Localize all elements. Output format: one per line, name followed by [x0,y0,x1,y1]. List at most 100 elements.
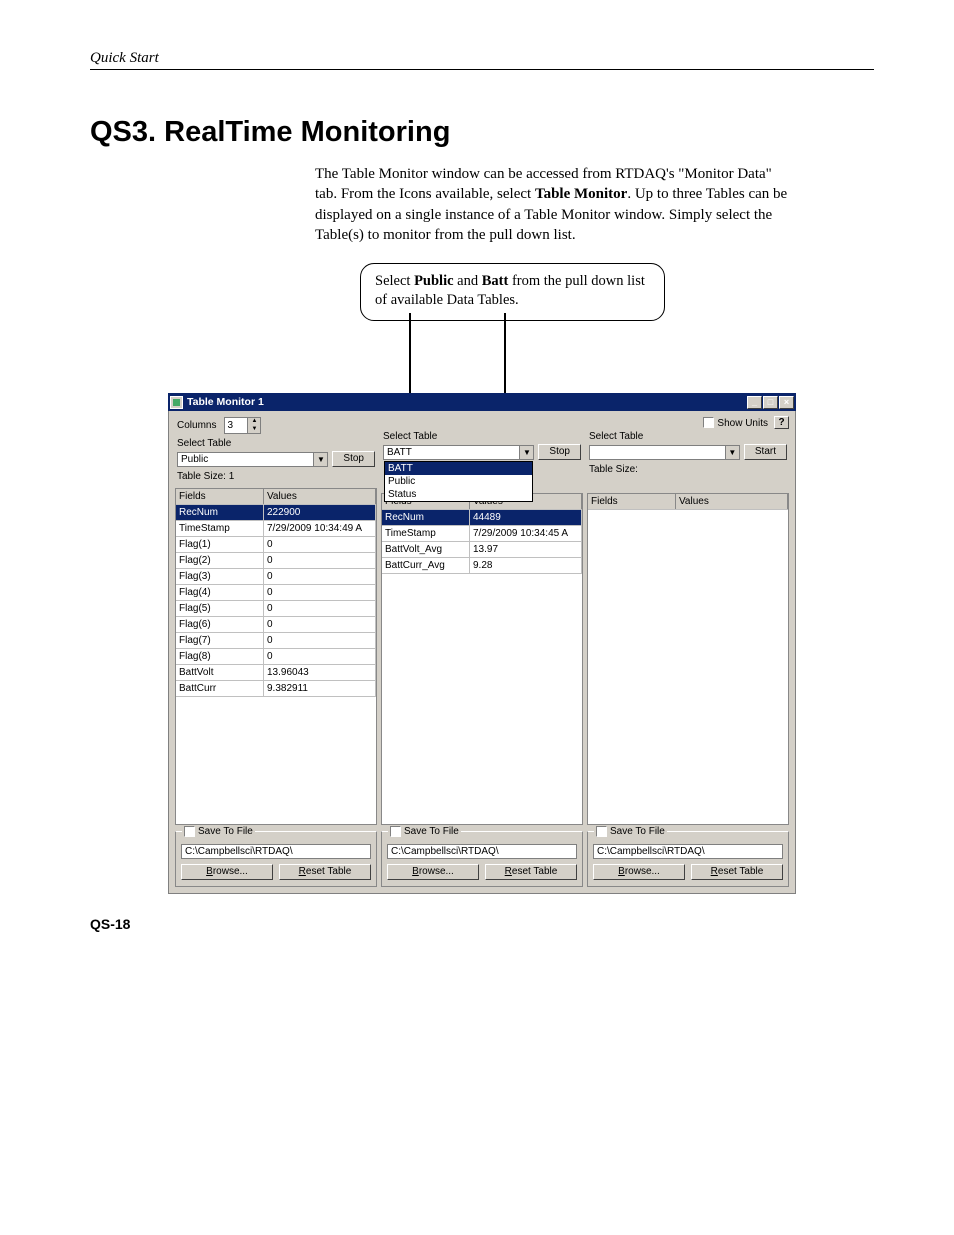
table-row[interactable]: BattVolt13.96043 [176,665,376,681]
cell-value: 9.382911 [264,681,376,696]
cell-field: BattCurr [176,681,264,696]
cell-value: 0 [264,649,376,664]
table-row[interactable]: RecNum222900 [176,505,376,521]
columns-input[interactable] [225,418,247,433]
cell-value: 0 [264,601,376,616]
titlebar[interactable]: Table Monitor 1 _ □ × [168,393,796,411]
browse-button-3[interactable]: Browse... [593,864,685,880]
cell-value: 0 [264,585,376,600]
save-to-file-label-2: Save To File [404,826,459,837]
dropdown-option[interactable]: BATT [385,462,532,475]
table-size-label-1: Table Size: 1 [177,471,375,482]
table-row[interactable]: RecNum44489 [382,510,582,526]
table-size-label-3: Table Size: [589,464,787,475]
combo3-value [590,446,725,459]
reset-table-button-3[interactable]: Reset Table [691,864,783,880]
start-button-3[interactable]: Start [744,444,787,460]
save-to-file-checkbox-1[interactable] [184,826,195,837]
col-fields: Fields [588,494,676,509]
dropdown-option[interactable]: Public [385,475,532,488]
data-table-1[interactable]: Fields Values RecNum222900TimeStamp7/29/… [175,488,377,825]
table-row[interactable]: Flag(2)0 [176,553,376,569]
cell-field: Flag(5) [176,601,264,616]
intro-paragraph: The Table Monitor window can be accessed… [315,164,795,245]
section-title: QS3. RealTime Monitoring [90,116,874,149]
save-group-3: Save To File C:\Campbellsci\RTDAQ\ Brows… [587,831,789,887]
callout-box: Select Public and Batt from the pull dow… [360,263,665,321]
minimize-button[interactable]: _ [747,396,762,409]
cell-value: 7/29/2009 10:34:49 A [264,521,376,536]
select-table-combo-1[interactable]: Public ▼ [177,452,328,467]
cell-field: TimeStamp [382,526,470,541]
table-row[interactable]: TimeStamp7/29/2009 10:34:49 A [176,521,376,537]
save-to-file-label-1: Save To File [198,826,253,837]
select-table-label-3: Select Table [589,431,787,442]
stop-button-2[interactable]: Stop [538,444,581,460]
path-field-2[interactable]: C:\Campbellsci\RTDAQ\ [387,844,577,859]
cell-value: 7/29/2009 10:34:45 A [470,526,582,541]
cell-value: 0 [264,569,376,584]
path-field-3[interactable]: C:\Campbellsci\RTDAQ\ [593,844,783,859]
cell-value: 13.96043 [264,665,376,680]
cell-field: Flag(3) [176,569,264,584]
reset-table-button-2[interactable]: Reset Table [485,864,577,880]
help-button[interactable]: ? [774,416,789,429]
columns-stepper[interactable]: ▲▼ [224,417,261,434]
select-table-combo-2[interactable]: BATT ▼ BATTPublicStatus [383,445,534,460]
select-table-label-1: Select Table [177,438,375,449]
running-head: Quick Start [90,50,874,70]
table-row[interactable]: Flag(1)0 [176,537,376,553]
table-row[interactable]: Flag(5)0 [176,601,376,617]
cell-field: Flag(6) [176,617,264,632]
table-row[interactable]: TimeStamp7/29/2009 10:34:45 A [382,526,582,542]
maximize-button[interactable]: □ [763,396,778,409]
cell-field: TimeStamp [176,521,264,536]
stop-button-1[interactable]: Stop [332,451,375,467]
dropdown-option[interactable]: Status [385,488,532,501]
cell-field: Flag(7) [176,633,264,648]
table-row[interactable]: Flag(6)0 [176,617,376,633]
cell-value: 0 [264,633,376,648]
cell-field: RecNum [382,510,470,525]
cell-value: 13.97 [470,542,582,557]
col-values: Values [264,489,376,504]
browse-button-1[interactable]: Browse... [181,864,273,880]
window-title: Table Monitor 1 [187,396,747,408]
combo1-value: Public [178,453,313,466]
cell-value: 0 [264,537,376,552]
cell-field: Flag(2) [176,553,264,568]
data-table-2[interactable]: Fields Values RecNum44489TimeStamp7/29/2… [381,493,583,825]
save-group-2: Save To File C:\Campbellsci\RTDAQ\ Brows… [381,831,583,887]
cell-field: Flag(4) [176,585,264,600]
reset-table-button-1[interactable]: Reset Table [279,864,371,880]
cell-value: 44489 [470,510,582,525]
data-table-3[interactable]: Fields Values [587,493,789,825]
table-row[interactable]: Flag(3)0 [176,569,376,585]
save-to-file-label-3: Save To File [610,826,665,837]
table-row[interactable]: BattCurr_Avg9.28 [382,558,582,574]
cell-value: 0 [264,553,376,568]
table-row[interactable]: Flag(8)0 [176,649,376,665]
table-row[interactable]: BattCurr9.382911 [176,681,376,697]
combo2-dropdown-list[interactable]: BATTPublicStatus [384,461,533,502]
app-icon [170,396,183,409]
browse-button-2[interactable]: Browse... [387,864,479,880]
table-row[interactable]: Flag(4)0 [176,585,376,601]
show-units-checkbox[interactable]: Show Units [703,417,768,429]
table-monitor-window: Table Monitor 1 _ □ × Show Units ? Colum… [168,393,796,894]
path-field-1[interactable]: C:\Campbellsci\RTDAQ\ [181,844,371,859]
table-row[interactable]: Flag(7)0 [176,633,376,649]
cell-field: BattVolt_Avg [382,542,470,557]
close-button[interactable]: × [779,396,794,409]
select-table-combo-3[interactable]: ▼ [589,445,740,460]
show-units-label: Show Units [717,418,768,429]
callout-bold1: Public [414,273,453,289]
save-group-1: Save To File C:\Campbellsci\RTDAQ\ Brows… [175,831,377,887]
save-to-file-checkbox-3[interactable] [596,826,607,837]
table-row[interactable]: BattVolt_Avg13.97 [382,542,582,558]
cell-field: BattVolt [176,665,264,680]
callout-bold2: Batt [482,273,509,289]
save-to-file-checkbox-2[interactable] [390,826,401,837]
combo2-value: BATT [384,446,519,459]
cell-value: 0 [264,617,376,632]
